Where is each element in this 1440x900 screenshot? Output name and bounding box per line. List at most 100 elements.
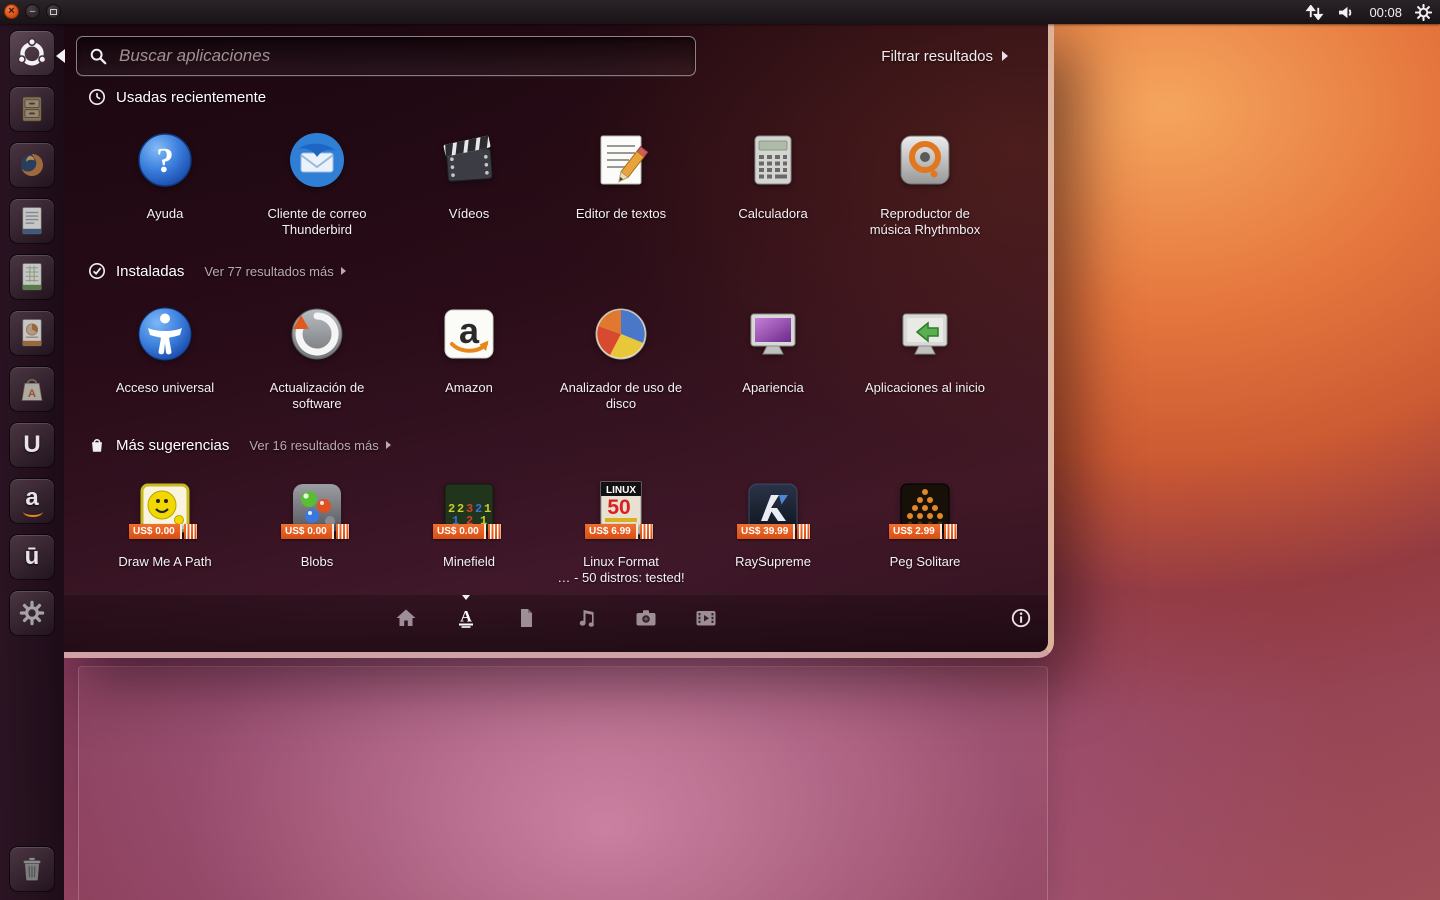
app-peg-solitare[interactable]: US$ 2.99Peg Solitare xyxy=(849,476,1001,594)
selected-lens-indicator xyxy=(462,595,470,600)
app-amazon[interactable]: aAmazon xyxy=(393,302,545,420)
filter-results-label: Filtrar resultados xyxy=(881,48,993,65)
thunderbird-icon xyxy=(285,128,349,192)
indicator-area: 00:08 xyxy=(1305,0,1432,24)
accessibility-icon xyxy=(133,302,197,366)
section-more-link[interactable]: Ver 77 resultados más xyxy=(204,264,345,279)
app-blobs[interactable]: US$ 0.00 Blobs xyxy=(241,476,393,594)
window-minimize-button[interactable]: – xyxy=(25,4,40,19)
app-cliente-de-correo[interactable]: Cliente de correo Thunderbird xyxy=(241,128,393,246)
price-ribbon: US$ 0.00 xyxy=(281,524,349,539)
price-ribbon: US$ 39.99 xyxy=(737,524,810,539)
amazon-launcher-glyph: a xyxy=(25,486,38,510)
app-apariencia[interactable]: Apariencia xyxy=(697,302,849,420)
startup-icon xyxy=(893,302,957,366)
app-v-deos[interactable]: Vídeos xyxy=(393,128,545,246)
app-minefield[interactable]: 22321121US$ 0.00Minefield xyxy=(393,476,545,594)
price-label: US$ 0.00 xyxy=(281,524,334,539)
price-ribbon: US$ 0.00 xyxy=(129,524,197,539)
app-ayuda[interactable]: ?Ayuda xyxy=(89,128,241,246)
app-label: Apariencia xyxy=(697,380,849,396)
lens-files[interactable] xyxy=(511,603,541,633)
app-label: Editor de textos xyxy=(545,206,697,222)
price-ribbon: US$ 6.99 xyxy=(585,524,653,539)
app-label: Calculadora xyxy=(697,206,849,222)
launcher-amazon-launcher[interactable]: a xyxy=(9,478,55,524)
app-draw-me-a-path[interactable]: US$ 0.00Draw Me A Path xyxy=(89,476,241,594)
search-icon xyxy=(89,47,107,65)
section-more-label: Ver 16 resultados más xyxy=(249,438,378,453)
app-label: Blobs xyxy=(241,554,393,570)
launcher-impress[interactable] xyxy=(9,310,55,356)
svg-text:50: 50 xyxy=(607,496,630,519)
chevron-right-icon xyxy=(1002,51,1008,61)
lens-photos[interactable] xyxy=(631,603,661,633)
dash-pointer-arrow xyxy=(56,49,65,63)
app-label: Actualización de software xyxy=(241,380,393,411)
app-label: Analizador de uso de disco xyxy=(545,380,697,411)
launcher-ubuntu-one[interactable]: U xyxy=(9,422,55,468)
price-tag-icon xyxy=(797,524,810,539)
background-window-frame xyxy=(78,666,1048,900)
firefox-icon xyxy=(15,148,49,182)
session-gear-icon[interactable] xyxy=(1415,4,1432,21)
window-close-button[interactable]: × xyxy=(4,4,19,19)
section-more-link[interactable]: Ver 16 resultados más xyxy=(249,438,390,453)
price-label: US$ 39.99 xyxy=(737,524,795,539)
videos-icon xyxy=(437,128,501,192)
writer-icon xyxy=(15,204,49,238)
launcher-music-store[interactable]: ū xyxy=(9,534,55,580)
music-store-glyph: ū xyxy=(25,545,40,569)
launcher-files[interactable] xyxy=(9,86,55,132)
price-label: US$ 0.00 xyxy=(129,524,182,539)
filter-results-button[interactable]: Filtrar resultados xyxy=(881,44,1008,68)
app-acceso-universal[interactable]: Acceso universal xyxy=(89,302,241,420)
app-label: Acceso universal xyxy=(89,380,241,396)
lens-applications[interactable]: A xyxy=(451,603,481,633)
appearance-icon xyxy=(741,302,805,366)
drawpath-icon: US$ 0.00 xyxy=(133,476,197,540)
launcher-firefox[interactable] xyxy=(9,142,55,188)
section-title: Más sugerencias xyxy=(116,437,229,454)
calc-lo-icon xyxy=(15,260,49,294)
info-button[interactable] xyxy=(1010,607,1032,629)
launcher-dash-home[interactable] xyxy=(9,30,55,76)
impress-icon xyxy=(15,316,49,350)
search-bar[interactable] xyxy=(76,36,696,76)
linuxformat-icon: LINUX50US$ 6.99 xyxy=(589,476,653,540)
app-row-suggestions: US$ 0.00Draw Me A PathUS$ 0.00Blobs22321… xyxy=(64,476,1048,594)
app-raysupreme[interactable]: US$ 39.99RaySupreme xyxy=(697,476,849,594)
lens-videos[interactable] xyxy=(691,603,721,633)
launcher-settings[interactable] xyxy=(9,590,55,636)
app-label: Aplicaciones al inicio xyxy=(849,380,1001,396)
svg-text:a: a xyxy=(459,310,480,351)
network-indicator-icon[interactable] xyxy=(1305,5,1324,20)
app-analizador-de-uso-de[interactable]: Analizador de uso de disco xyxy=(545,302,697,420)
volume-indicator-icon[interactable] xyxy=(1337,5,1356,20)
launcher-trash[interactable] xyxy=(9,846,55,892)
launcher-calc-lo[interactable] xyxy=(9,254,55,300)
app-reproductor-de[interactable]: Reproductor de música Rhythmbox xyxy=(849,128,1001,246)
app-linux-format[interactable]: LINUX50US$ 6.99Linux Format … - 50 distr… xyxy=(545,476,697,594)
dash-home-icon xyxy=(13,34,51,72)
app-actualizaci-n-de[interactable]: Actualización de software xyxy=(241,302,393,420)
window-maximize-button[interactable] xyxy=(46,4,61,19)
app-aplicaciones-al-inicio[interactable]: Aplicaciones al inicio xyxy=(849,302,1001,420)
price-tag-icon xyxy=(488,524,501,539)
app-calculadora[interactable]: Calculadora xyxy=(697,128,849,246)
search-input[interactable] xyxy=(117,45,695,67)
price-tag-icon xyxy=(184,524,197,539)
section-header-suggestions: Más sugerencias Ver 16 resultados más xyxy=(64,434,1048,456)
section-title: Usadas recientemente xyxy=(116,89,266,106)
lens-home[interactable] xyxy=(391,603,421,633)
launcher: AUa ū xyxy=(0,24,64,900)
lens-music[interactable] xyxy=(571,603,601,633)
launcher-software-center[interactable]: A xyxy=(9,366,55,412)
launcher-writer[interactable] xyxy=(9,198,55,244)
app-editor-de-textos[interactable]: Editor de textos xyxy=(545,128,697,246)
svg-text:LINUX: LINUX xyxy=(606,485,636,496)
lens-bar: A xyxy=(64,594,1048,652)
lens-bar-icons: A xyxy=(64,603,1048,633)
maximize-glyph xyxy=(50,9,57,15)
clock-indicator[interactable]: 00:08 xyxy=(1369,5,1402,20)
